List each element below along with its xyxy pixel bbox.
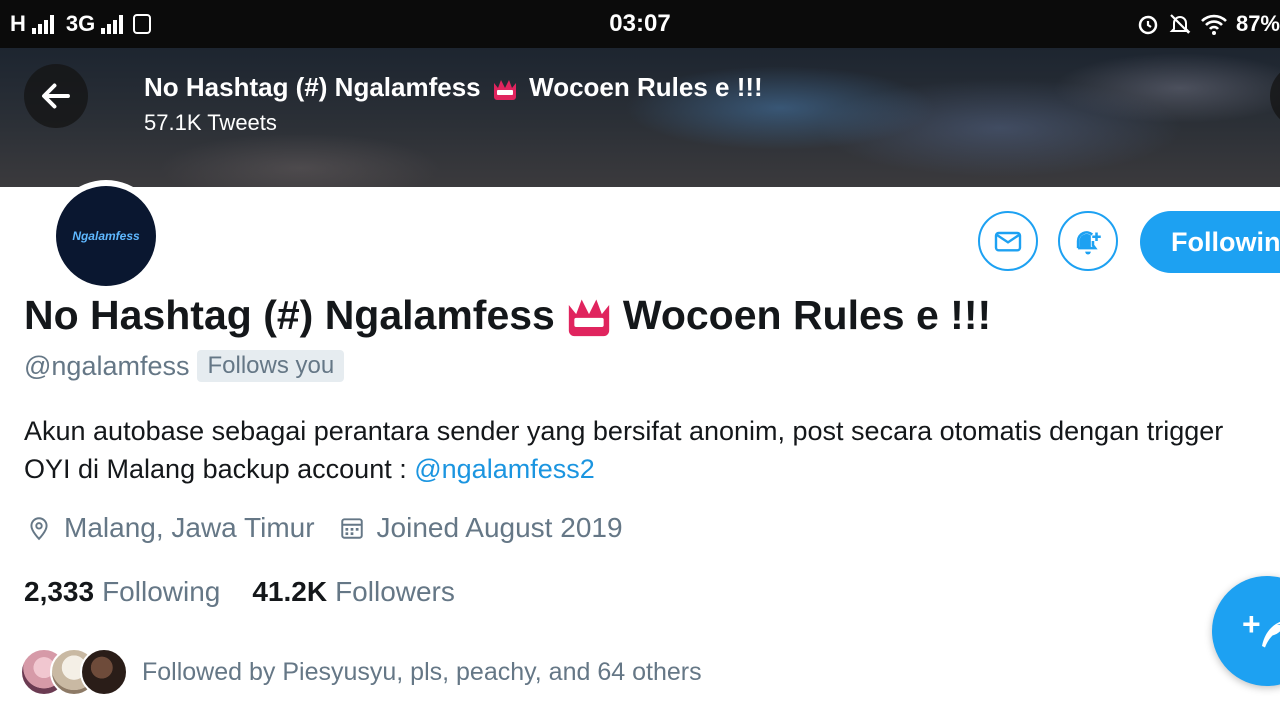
calendar-icon	[337, 513, 367, 543]
followed-by-row[interactable]: Followed by Piesyusyu, pls, peachy, and …	[20, 648, 702, 696]
alarm-icon	[1138, 15, 1158, 35]
tweets-count: 57.1K Tweets	[144, 110, 277, 135]
more-options-button[interactable]	[1270, 64, 1280, 128]
follows-you-badge: Follows you	[197, 350, 345, 382]
location-text: Malang, Jawa Timur	[64, 512, 315, 543]
followers-count: 41.2K	[252, 576, 328, 607]
followers-label: Followers	[335, 576, 455, 607]
followed-by-text: Followed by Piesyusyu, pls, peachy, and …	[142, 657, 702, 686]
profile-name-part2: Wocoen Rules e !!!	[622, 292, 992, 338]
bio-mention-link[interactable]: @ngalamfess2	[414, 454, 595, 484]
feather-icon	[1262, 621, 1280, 648]
following-button[interactable]: Following	[1140, 211, 1280, 273]
crown-emoji-icon	[565, 294, 613, 338]
following-label: Following	[102, 576, 221, 607]
status-right: 87%	[1136, 10, 1280, 38]
battery-level: 87%	[1235, 11, 1280, 36]
bio-text: Akun autobase sebagai perantara sender y…	[24, 416, 1224, 484]
mute-icon	[1169, 14, 1191, 34]
status-bar: H 3G 03:07 87%	[0, 0, 1280, 48]
profile-handle: @ngalamfess	[24, 350, 190, 381]
profile-bio: Akun autobase sebagai perantara sender y…	[24, 412, 1264, 488]
follower-avatars	[20, 648, 128, 696]
header-title-part1: No Hashtag (#) Ngalamfess	[144, 72, 481, 102]
profile-avatar-frame: Ngalamfess	[50, 180, 162, 292]
compose-tweet-button[interactable]: +	[1212, 576, 1280, 686]
avatar[interactable]: Ngalamfess	[56, 186, 156, 286]
back-button[interactable]	[24, 64, 88, 128]
profile-name-part1: No Hashtag (#) Ngalamfess	[24, 292, 555, 338]
avatar-logo-text: Ngalamfess	[72, 229, 140, 243]
following-stat[interactable]: 2,333 Following	[24, 576, 220, 608]
handle-row: @ngalamfess Follows you	[24, 350, 345, 382]
mail-icon	[994, 231, 1022, 252]
header-title-part2: Wocoen Rules e !!!	[529, 72, 763, 102]
bell-plus-icon	[1076, 231, 1101, 255]
avatar	[80, 648, 128, 696]
profile-name: No Hashtag (#) Ngalamfess Wocoen Rules e…	[24, 292, 991, 339]
message-button[interactable]	[978, 211, 1038, 271]
notifications-button[interactable]	[1058, 211, 1118, 271]
follow-stats: 2,333 Following 41.2K Followers	[24, 576, 455, 608]
followers-stat[interactable]: 41.2K Followers	[252, 576, 455, 608]
status-time: 03:07	[609, 10, 671, 37]
back-arrow-icon	[42, 83, 70, 109]
crown-emoji-icon	[492, 77, 518, 101]
following-count: 2,333	[24, 576, 95, 607]
wifi-icon	[1201, 14, 1227, 35]
location-pin-icon	[24, 513, 54, 543]
header-title: No Hashtag (#) Ngalamfess Wocoen Rules e…	[144, 72, 763, 103]
joined-date: Joined August 2019	[376, 512, 623, 543]
profile-meta: Malang, Jawa Timur Joined August 2019	[24, 512, 623, 544]
profile-banner: No Hashtag (#) Ngalamfess Wocoen Rules e…	[0, 48, 1280, 187]
